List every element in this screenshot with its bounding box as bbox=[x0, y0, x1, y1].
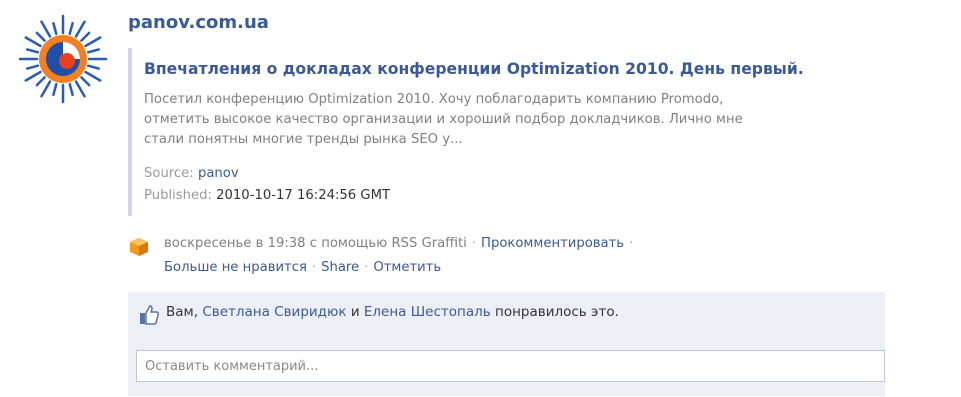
published-label: Published: bbox=[144, 188, 212, 203]
unlike-link[interactable]: Больше не нравится bbox=[164, 260, 307, 275]
likes-you: Вам, bbox=[166, 304, 199, 320]
share-link[interactable]: Share bbox=[321, 260, 359, 275]
quote-border bbox=[128, 48, 132, 216]
post-excerpt-line: стали понятны многие тренды рынка SEO у.… bbox=[144, 132, 463, 147]
post-excerpt-line: отметить высокое качество организации и … bbox=[144, 112, 743, 127]
app-name[interactable]: RSS Graffiti bbox=[391, 236, 466, 251]
sun-logo-icon bbox=[18, 14, 108, 104]
shared-post: Впечатления о докладах конференции Optim… bbox=[128, 48, 961, 220]
separator: · bbox=[311, 260, 317, 275]
likes-box: Вам, Светлана Свиридюк и Елена Шестопаль… bbox=[128, 292, 885, 340]
comment-link[interactable]: Прокомментировать bbox=[481, 236, 624, 251]
post-title[interactable]: Впечатления о докладах конференции Optim… bbox=[144, 60, 804, 78]
post-excerpt-line: Посетил конференцию Optimization 2010. Х… bbox=[144, 92, 724, 107]
source-label: Source: bbox=[144, 166, 194, 181]
comment-area bbox=[128, 340, 885, 396]
liker-link[interactable]: Елена Шестопаль bbox=[364, 304, 491, 320]
story-meta-line: воскресенье в 19:38 с помощью RSS Graffi… bbox=[164, 232, 638, 256]
rss-graffiti-icon bbox=[130, 238, 148, 256]
published-row: Published: 2010-10-17 16:24:56 GMT bbox=[144, 188, 390, 203]
story-links-line: Больше не нравится · Share · Отметить bbox=[164, 256, 441, 280]
timestamp[interactable]: воскресенье в 19:38 bbox=[164, 236, 306, 251]
post-excerpt: Посетил конференцию Optimization 2010. Х… bbox=[144, 90, 961, 150]
source-row: Source: panov bbox=[144, 166, 239, 181]
tag-link[interactable]: Отметить bbox=[373, 260, 441, 275]
separator: · bbox=[629, 236, 634, 251]
thumbs-up-icon bbox=[140, 305, 160, 325]
source-link[interactable]: panov bbox=[198, 166, 239, 181]
published-date: 2010-10-17 16:24:56 GMT bbox=[216, 188, 391, 203]
comment-input[interactable] bbox=[136, 350, 885, 382]
avatar[interactable] bbox=[18, 14, 108, 104]
likes-conj: и bbox=[350, 304, 360, 320]
author-name[interactable]: panov.com.ua bbox=[128, 12, 269, 33]
separator: · bbox=[364, 260, 369, 275]
likes-text: Вам, Светлана Свиридюк и Елена Шестопаль… bbox=[166, 304, 619, 320]
likes-suffix: понравилось это. bbox=[495, 304, 619, 320]
liker-link[interactable]: Светлана Свиридюк bbox=[202, 304, 346, 320]
via-text: с помощью bbox=[309, 236, 388, 251]
separator: · bbox=[471, 236, 477, 251]
